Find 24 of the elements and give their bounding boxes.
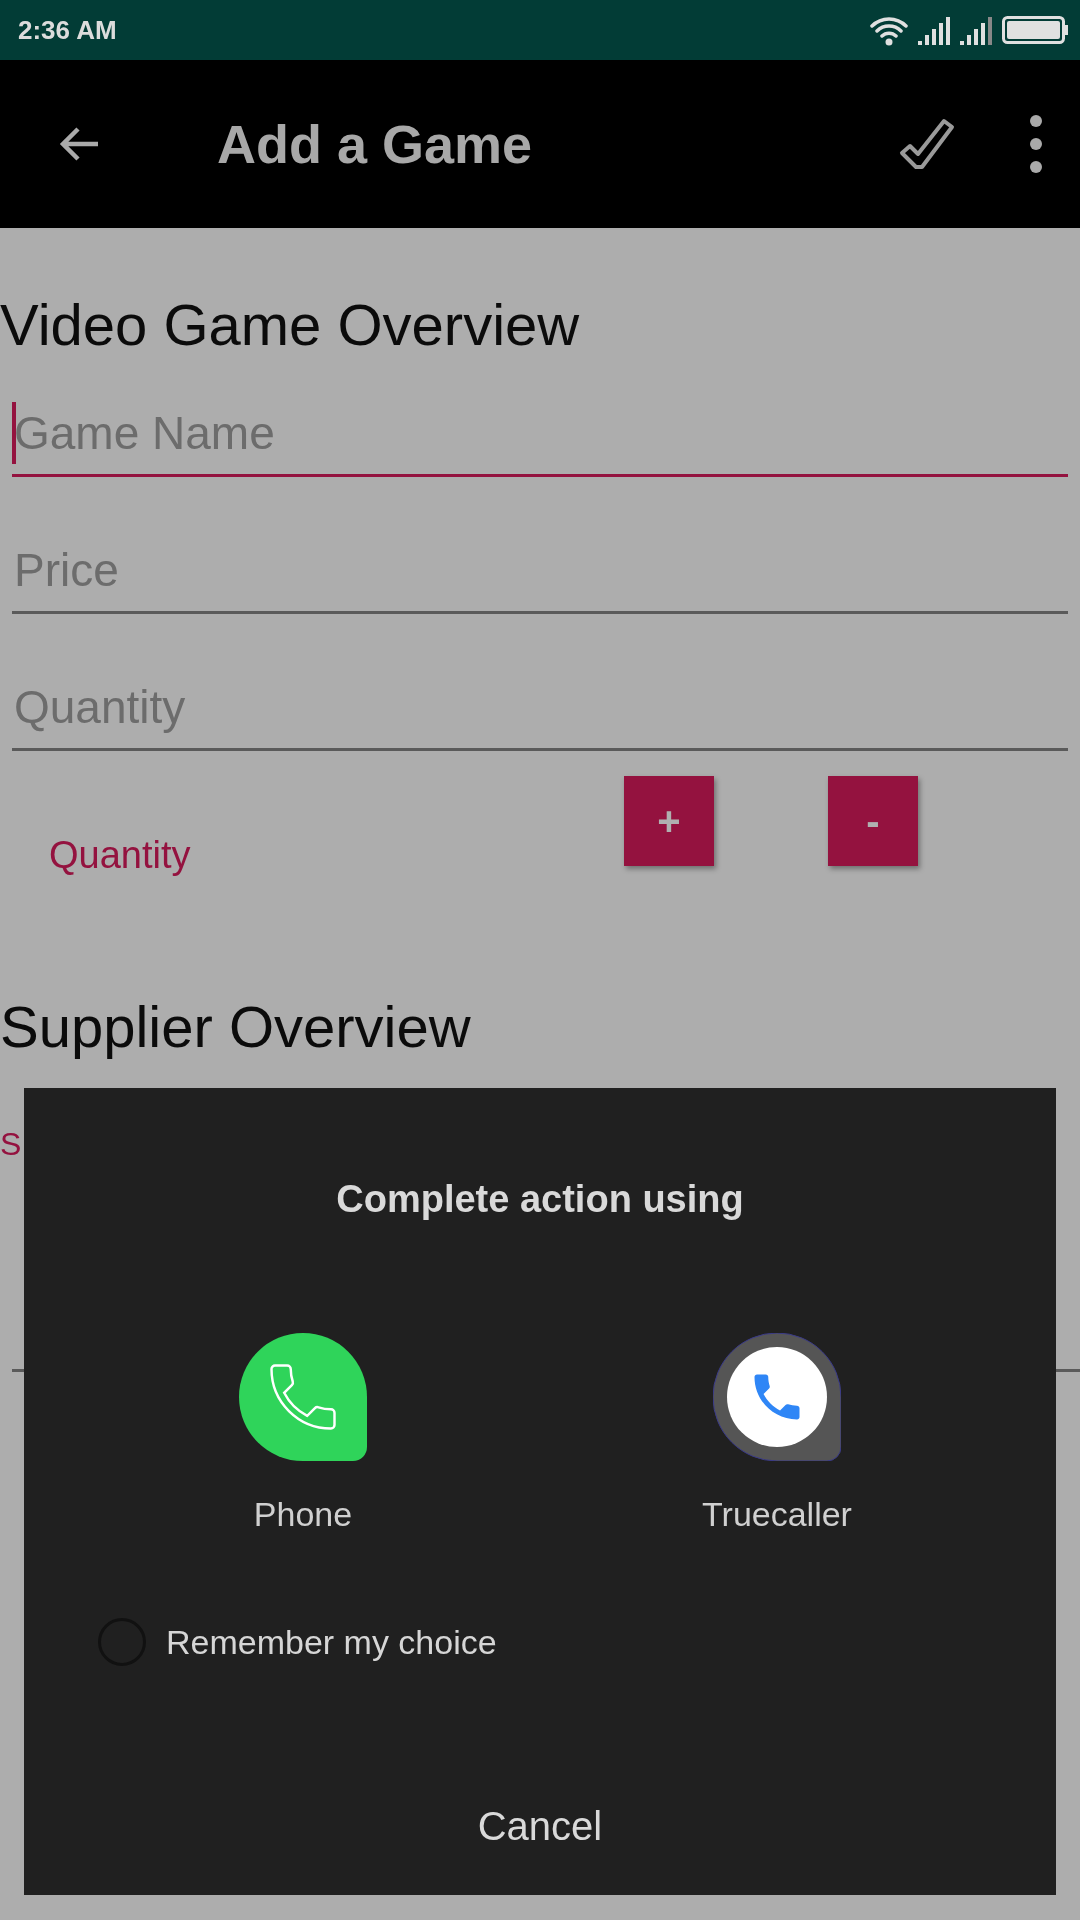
signal-icon [960, 15, 992, 45]
section-heading: Supplier Overview [0, 994, 472, 1060]
quantity-label: Quantity [49, 833, 192, 878]
phone-icon [239, 1333, 367, 1461]
overflow-menu-icon[interactable] [1028, 113, 1044, 175]
battery-icon [1002, 16, 1068, 44]
text-cursor [12, 402, 16, 464]
dialog-title: Complete action using [336, 1178, 744, 1221]
input-field[interactable]: Game Name [12, 392, 1068, 477]
field-label: S [0, 1126, 22, 1162]
increase-button[interactable]: + [624, 776, 714, 866]
app-option[interactable]: Truecaller [627, 1333, 927, 1534]
input-field[interactable]: Quantity [12, 666, 1068, 751]
status-time: 2:36 AM [18, 14, 117, 46]
app-option[interactable]: Phone [153, 1333, 453, 1534]
decrease-button[interactable]: - [828, 776, 918, 866]
wifi-icon [870, 14, 908, 46]
phone-icon [713, 1333, 841, 1461]
input-field[interactable]: Price [12, 529, 1068, 614]
toolbar-title: Add a Game [217, 113, 534, 175]
section-heading: Video Game Overview [0, 292, 581, 358]
radio-label: Remember my choice [166, 1622, 497, 1662]
signal-icon [918, 15, 950, 45]
cancel-button[interactable]: Cancel [457, 1794, 623, 1859]
